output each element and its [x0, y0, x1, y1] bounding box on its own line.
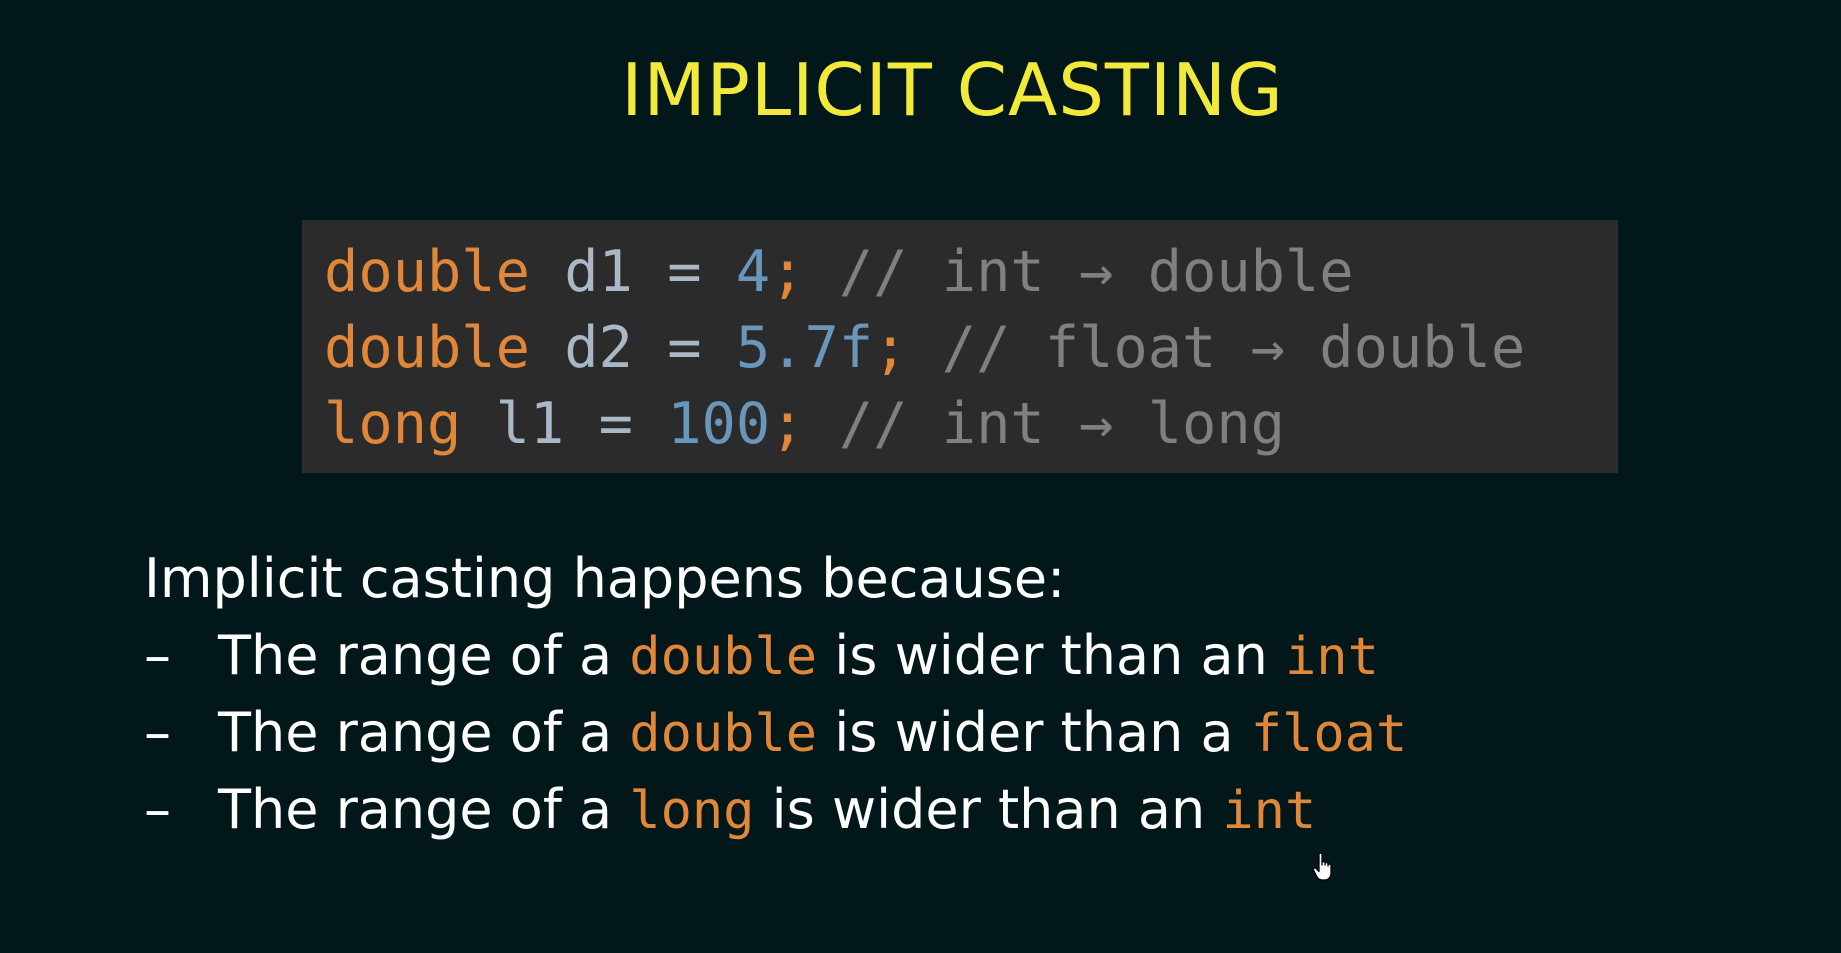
code-semicolon: ;	[770, 239, 805, 305]
code-operator: =	[598, 391, 633, 457]
code-value: 4	[735, 239, 771, 305]
code-type: double	[324, 239, 530, 305]
bullet-prefix: The range of a	[218, 624, 613, 687]
bullet-dash: –	[144, 778, 171, 841]
bullet-middle: is wider than an	[771, 778, 1206, 841]
bullet-wide-type: double	[629, 704, 818, 764]
code-operator: =	[667, 239, 702, 305]
explanation: Implicit casting happens because: – The r…	[144, 540, 1407, 848]
bullet-middle: is wider than a	[834, 701, 1234, 764]
code-type: double	[324, 315, 530, 381]
bullet-middle: is wider than an	[834, 624, 1268, 687]
code-type: long	[324, 391, 462, 457]
code-line: double d2 = 5.7f; // float → double	[324, 310, 1618, 386]
code-line: double d1 = 4; // int → double	[324, 234, 1618, 310]
bullet-narrow-type: int	[1222, 781, 1317, 841]
explanation-intro: Implicit casting happens because:	[144, 547, 1066, 610]
code-variable: d1	[564, 239, 633, 305]
bullet-dash: –	[144, 624, 171, 687]
code-comment: // float → double	[941, 315, 1526, 381]
code-variable: l1	[495, 391, 565, 457]
code-operator: =	[667, 315, 702, 381]
bullet-wide-type: double	[629, 627, 818, 687]
bullet-narrow-type: int	[1284, 627, 1379, 687]
code-line: long l1 = 100; // int → long	[324, 386, 1618, 462]
bullet-narrow-type: float	[1250, 704, 1408, 764]
code-variable: d2	[564, 315, 633, 381]
list-item: – The range of a long is wider than an in…	[144, 771, 1407, 848]
list-item: – The range of a double is wider than an …	[144, 617, 1407, 694]
slide-title: IMPLICIT CASTING	[621, 48, 1284, 132]
code-value: 100	[667, 391, 771, 457]
code-block: double d1 = 4; // int → double double d2…	[302, 220, 1618, 473]
bullet-wide-type: long	[629, 781, 755, 841]
bullet-prefix: The range of a	[218, 778, 613, 841]
slide: IMPLICIT CASTING double d1 = 4; // int →…	[0, 0, 1841, 953]
code-value: 5.7f	[735, 315, 874, 381]
list-item: – The range of a double is wider than a f…	[144, 694, 1407, 771]
bullet-prefix: The range of a	[218, 701, 613, 764]
code-semicolon: ;	[770, 391, 805, 457]
hand-pointer-icon	[1312, 852, 1332, 881]
code-semicolon: ;	[873, 315, 908, 381]
code-comment: // int → double	[838, 239, 1354, 305]
code-comment: // int → long	[838, 391, 1285, 457]
bullet-dash: –	[144, 701, 171, 764]
